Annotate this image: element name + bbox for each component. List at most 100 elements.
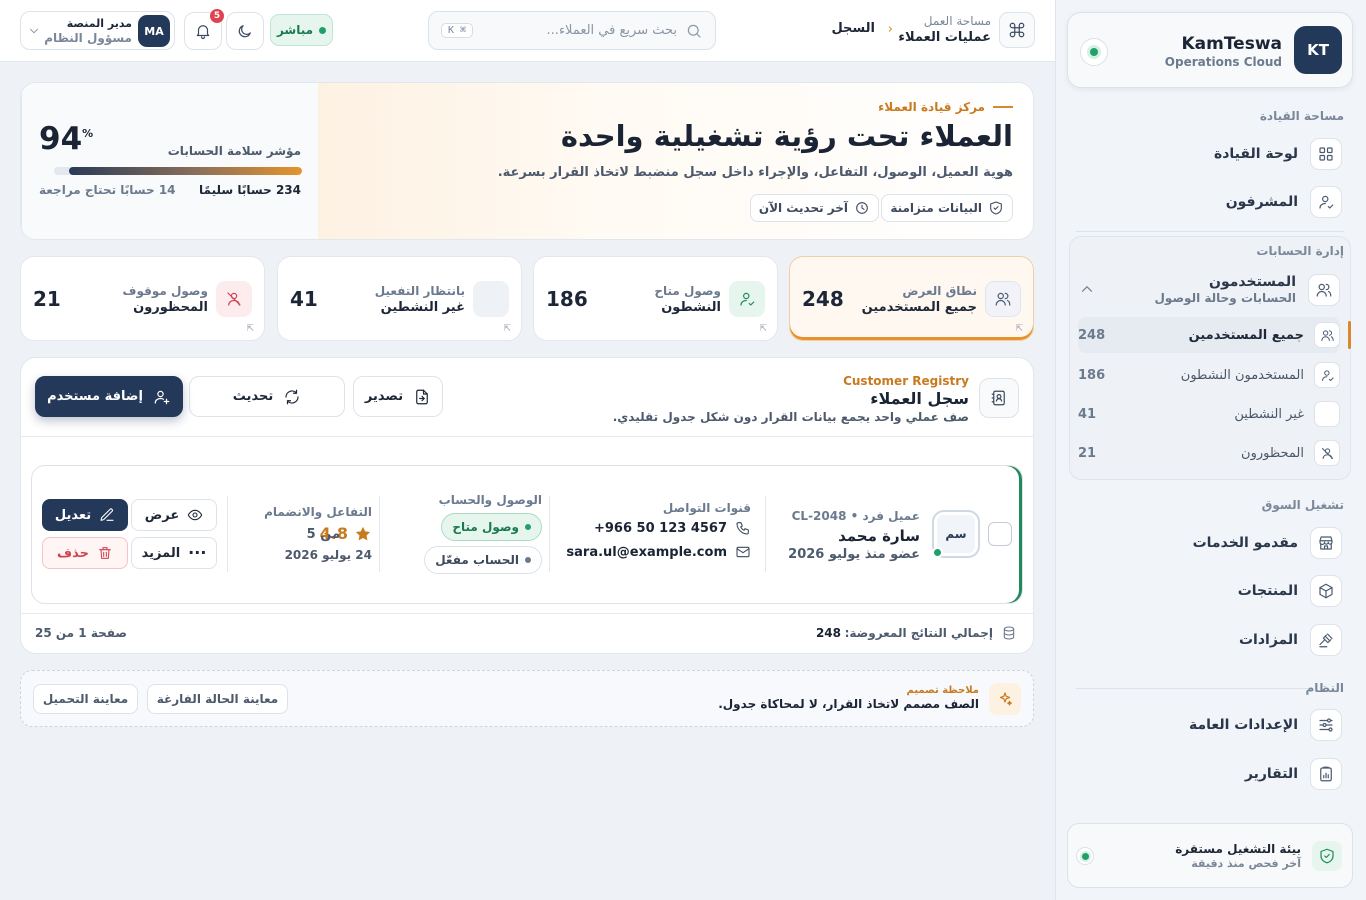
stat-value: 248 — [802, 287, 844, 311]
sidebar-item-settings[interactable]: الإعدادات العامة — [1080, 705, 1342, 745]
row-checkbox[interactable] — [988, 522, 1012, 546]
bell-icon — [194, 22, 212, 40]
stat-card-active[interactable]: وصول متاح النشطون 186 ⇱ — [533, 256, 778, 341]
pagination-info: صفحة 1 من 25 — [35, 626, 127, 640]
user-check-icon — [729, 281, 765, 317]
box-icon — [1310, 575, 1342, 607]
sidebar-item-label: المشرفون — [1225, 194, 1298, 210]
avatar: MA — [138, 15, 170, 47]
sidebar-subitem-active[interactable]: المستخدمون النشطون 186 — [1078, 357, 1340, 393]
database-icon — [1001, 625, 1017, 641]
sidebar-item-supervisors[interactable]: المشرفون — [1080, 182, 1342, 222]
empty-state-preview-button[interactable]: معاينة الحالة الفارغة — [147, 684, 288, 714]
stat-title: وصول موقوف — [122, 284, 208, 298]
star-icon — [354, 525, 372, 543]
table-row[interactable]: سم عميل فرد • CL-2048 سارة محمد عضو منذ … — [31, 465, 1023, 604]
search-input[interactable]: بحث سريع في العملاء... — [473, 23, 677, 38]
stat-value: 21 — [33, 287, 61, 311]
command-button[interactable] — [999, 12, 1035, 48]
arrow-corner-icon: ⇱ — [246, 324, 254, 334]
sidebar-item-label: المزادات — [1238, 632, 1298, 648]
sparkles-icon — [989, 683, 1021, 715]
theme-toggle-button[interactable] — [226, 12, 264, 50]
customer-name[interactable]: سارة محمد — [838, 527, 920, 545]
joined-date: 24 يوليو 2026 — [284, 548, 372, 562]
avatar: سم — [932, 510, 980, 558]
user-plus-icon — [153, 388, 171, 406]
phone-link[interactable]: +966 50 123 4567 — [594, 520, 751, 536]
add-user-button[interactable]: إضافة مستخدم — [35, 376, 183, 417]
edit-icon — [99, 507, 115, 523]
registry-title: سجل العملاء — [870, 389, 969, 408]
engagement-label: التفاعل والانضمام — [264, 505, 372, 519]
chevron-up-icon[interactable] — [1078, 280, 1096, 298]
user-menu[interactable]: MA مدير المنصة مسؤول النظام — [20, 11, 175, 50]
breadcrumb-section[interactable]: عمليات العملاء — [898, 30, 991, 45]
sidebar-subitem-label: المستخدمون النشطون — [1180, 367, 1304, 383]
brand-subtitle: Operations Cloud — [1164, 55, 1282, 69]
more-button[interactable]: ··· المزيد — [131, 537, 217, 569]
sidebar-subitem-all[interactable]: جميع المستخدمين 248 — [1078, 317, 1351, 353]
refresh-icon — [283, 388, 301, 406]
breadcrumb-current: السجل — [831, 21, 875, 36]
email-link[interactable]: sara.ul@example.com — [566, 544, 751, 560]
sidebar-subitem-banned[interactable]: المحظورون 21 — [1078, 435, 1340, 471]
sidebar-item-providers[interactable]: مقدمو الخدمات — [1080, 523, 1342, 563]
delete-button[interactable]: حذف — [42, 537, 128, 569]
user-check-icon — [1314, 362, 1340, 388]
hero-eyebrow: مركز قيادة العملاء — [878, 100, 1013, 114]
note-text: الصف مصمم لاتخاذ القرار، لا لمحاكاة جدول… — [718, 697, 979, 711]
sidebar-subitem-count: 248 — [1078, 327, 1106, 343]
section-label-command: مساحة القيادة — [1259, 109, 1344, 123]
sidebar-item-dashboard[interactable]: لوحة القيادة — [1080, 134, 1342, 174]
sidebar-subitem-label: غير النشطين — [1234, 406, 1304, 422]
account-health-panel: مؤشر سلامة الحسابات 94% 234 حسابًا سليمً… — [21, 83, 318, 239]
phone-number: +966 50 123 4567 — [593, 520, 727, 536]
stat-card-all[interactable]: نطاق العرض جميع المستخدمين 248 ⇱ — [789, 256, 1034, 341]
command-icon — [1008, 21, 1026, 39]
refresh-button[interactable]: تحديث — [189, 376, 345, 417]
shield-check-icon — [1312, 841, 1342, 871]
registry-subtitle: صف عملي واحد يجمع بيانات القرار دون شكل … — [612, 410, 969, 424]
export-button[interactable]: تصدير — [353, 376, 443, 417]
arrow-corner-icon: ⇱ — [1015, 324, 1023, 334]
sidebar-item-products[interactable]: المنتجات — [1080, 571, 1342, 611]
stat-title: نطاق العرض — [902, 284, 977, 298]
notifications-button[interactable]: 5 — [184, 9, 224, 50]
design-note: ملاحظة تصميم الصف مصمم لاتخاذ القرار، لا… — [20, 670, 1034, 727]
view-button[interactable]: عرض — [131, 499, 217, 531]
eye-icon — [187, 507, 203, 523]
sidebar-item-label: التقارير — [1244, 766, 1298, 782]
sidebar-item-sublabel: الحسابات وحالة الوصول — [1154, 291, 1296, 305]
search-icon — [685, 22, 703, 40]
health-value: 94% — [39, 121, 94, 157]
sidebar-item-label: المنتجات — [1237, 583, 1298, 599]
stat-card-banned[interactable]: وصول موقوف المحظورون 21 ⇱ — [20, 256, 265, 341]
brand-card[interactable]: KT KamTeswa Operations Cloud — [1067, 12, 1353, 88]
stat-card-inactive[interactable]: بانتظار التفعيل غير النشطين 41 ⇱ — [277, 256, 522, 341]
health-progress-bar — [54, 167, 302, 175]
sidebar-item-users[interactable]: المستخدمون الحسابات وحالة الوصول — [1078, 270, 1340, 310]
section-label-market: تشغيل السوق — [1261, 498, 1344, 512]
users-icon — [985, 281, 1021, 317]
search-box[interactable]: بحث سريع في العملاء... ⌘ K — [428, 11, 716, 50]
sidebar-subitem-inactive[interactable]: غير النشطين 41 — [1078, 396, 1340, 432]
env-status-subtitle: آخر فحص منذ دقيقة — [1191, 857, 1301, 870]
live-label: مباشر — [276, 23, 314, 37]
sidebar-item-reports[interactable]: التقارير — [1080, 754, 1342, 794]
sidebar-item-label: المستخدمون — [1209, 274, 1296, 290]
registry-eyebrow: Customer Registry — [843, 374, 969, 388]
loading-preview-button[interactable]: معاينة التحميل — [33, 684, 138, 714]
store-icon — [1310, 527, 1342, 559]
health-label: مؤشر سلامة الحسابات — [167, 144, 301, 158]
stat-label: جميع المستخدمين — [861, 300, 977, 315]
last-updated-chip: آخر تحديث الآن — [749, 194, 879, 222]
breadcrumb-parent[interactable]: مساحة العمل — [924, 14, 991, 28]
users-accordion: إدارة الحسابات المستخدمون الحسابات وحالة… — [1069, 236, 1351, 480]
chevron-down-icon — [27, 24, 41, 38]
edit-button[interactable]: تعديل — [42, 499, 128, 531]
hero-panel: مركز قيادة العملاء العملاء تحت رؤية تشغي… — [20, 82, 1034, 240]
phone-icon — [735, 520, 751, 536]
sidebar-item-auctions[interactable]: المزادات — [1080, 620, 1342, 660]
blank-icon — [1314, 401, 1340, 427]
